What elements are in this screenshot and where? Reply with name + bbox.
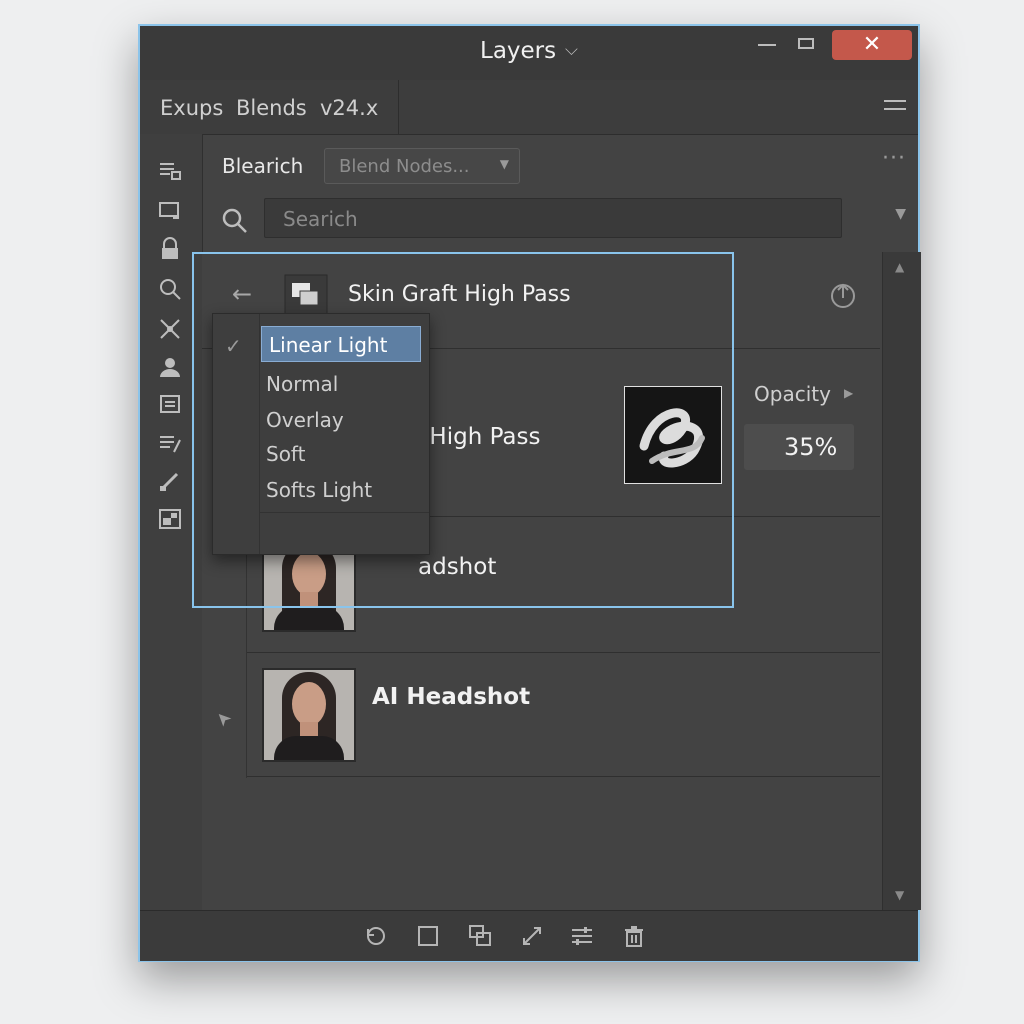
tab-blends[interactable]: Blends (236, 96, 307, 120)
layer-name: Skin Graft High Pass (348, 282, 571, 307)
search-icon[interactable] (220, 206, 250, 236)
adjustments-icon[interactable] (570, 924, 594, 948)
minimize-button[interactable] (758, 44, 776, 46)
blend-mode-select[interactable]: Blend Nodes... ▼ (324, 148, 520, 184)
search-toolbar: Searich ▼ (202, 192, 920, 252)
check-column: ✓ (213, 314, 260, 554)
reset-icon[interactable] (364, 924, 388, 948)
layers-list-icon[interactable] (157, 158, 183, 184)
title-chevron-down-icon[interactable]: ⌵ (565, 40, 578, 60)
scroll-up-icon[interactable]: ▲ (895, 260, 904, 274)
tab-group: Exups Blends v24.x (140, 80, 399, 134)
menu-item-overlay[interactable]: Overlay (259, 402, 429, 438)
layer-name: AI Headshot (372, 684, 531, 710)
menu-separator (259, 512, 429, 513)
layer-group-icon (284, 274, 328, 318)
transform-icon[interactable] (157, 316, 183, 342)
link-layers-icon[interactable] (520, 924, 544, 948)
tab-bar: Exups Blends v24.x (140, 80, 918, 135)
maximize-button[interactable] (798, 38, 814, 49)
title-bar[interactable]: Layers ⌵ ✕ (140, 26, 918, 81)
scroll-down-icon[interactable]: ▼ (895, 888, 904, 902)
user-icon[interactable] (157, 354, 183, 380)
layers-scrollbar[interactable]: ▲ ▼ (882, 252, 921, 910)
texture-thumbnail[interactable] (624, 386, 722, 484)
zoom-icon[interactable] (157, 276, 183, 302)
blend-label: Blearich (222, 154, 304, 178)
lock-icon[interactable] (157, 236, 183, 262)
caret-down-icon: ▼ (499, 157, 509, 171)
layer-actions-bar (140, 910, 918, 961)
text-box-icon[interactable] (157, 392, 183, 418)
menu-item-linear-light[interactable]: Linear Light (261, 326, 421, 362)
blend-toolbar: Blearich Blend Nodes... ▼ ··· (202, 134, 920, 192)
menu-item-softs-light[interactable]: Softs Light (259, 472, 429, 508)
layer-row[interactable]: AI Headshot (246, 654, 880, 777)
adjust-list-icon[interactable] (157, 430, 183, 456)
opacity-label: Opacity (754, 382, 831, 406)
search-caret-down-icon[interactable]: ▼ (895, 206, 906, 222)
upload-icon[interactable] (828, 280, 858, 310)
menu-item-normal[interactable]: Normal (259, 366, 429, 402)
tab-exups[interactable]: Exups (160, 96, 223, 120)
layer-name: f High Pass (414, 424, 541, 450)
tool-strip (140, 134, 203, 910)
duplicate-layer-icon[interactable] (468, 924, 492, 948)
search-input[interactable]: Searich (264, 198, 842, 238)
headshot-thumbnail (262, 668, 356, 762)
search-placeholder: Searich (283, 207, 358, 231)
check-icon: ✓ (225, 334, 242, 358)
tab-version[interactable]: v24.x (320, 96, 378, 120)
trash-icon[interactable] (622, 924, 646, 948)
frame-icon[interactable] (157, 198, 183, 224)
brush-icon[interactable] (157, 468, 183, 494)
close-button[interactable]: ✕ (832, 30, 912, 60)
back-arrow-icon[interactable]: ← (232, 280, 252, 308)
panel-menu-icon[interactable] (884, 100, 906, 114)
menu-item-soft[interactable]: Soft (259, 436, 429, 472)
blend-mode-placeholder: Blend Nodes... (339, 156, 470, 177)
layer-name: adshot (418, 554, 497, 580)
opacity-caret-right-icon[interactable]: ▶ (844, 386, 853, 400)
opacity-field[interactable]: 35% (744, 424, 854, 470)
blend-mode-menu: ✓ Linear Light Normal Overlay Soft Softs… (212, 313, 430, 555)
more-options-icon[interactable]: ··· (882, 146, 906, 171)
window-title: Layers (480, 38, 557, 64)
new-frame-icon[interactable] (416, 924, 440, 948)
mask-icon[interactable] (157, 506, 183, 532)
